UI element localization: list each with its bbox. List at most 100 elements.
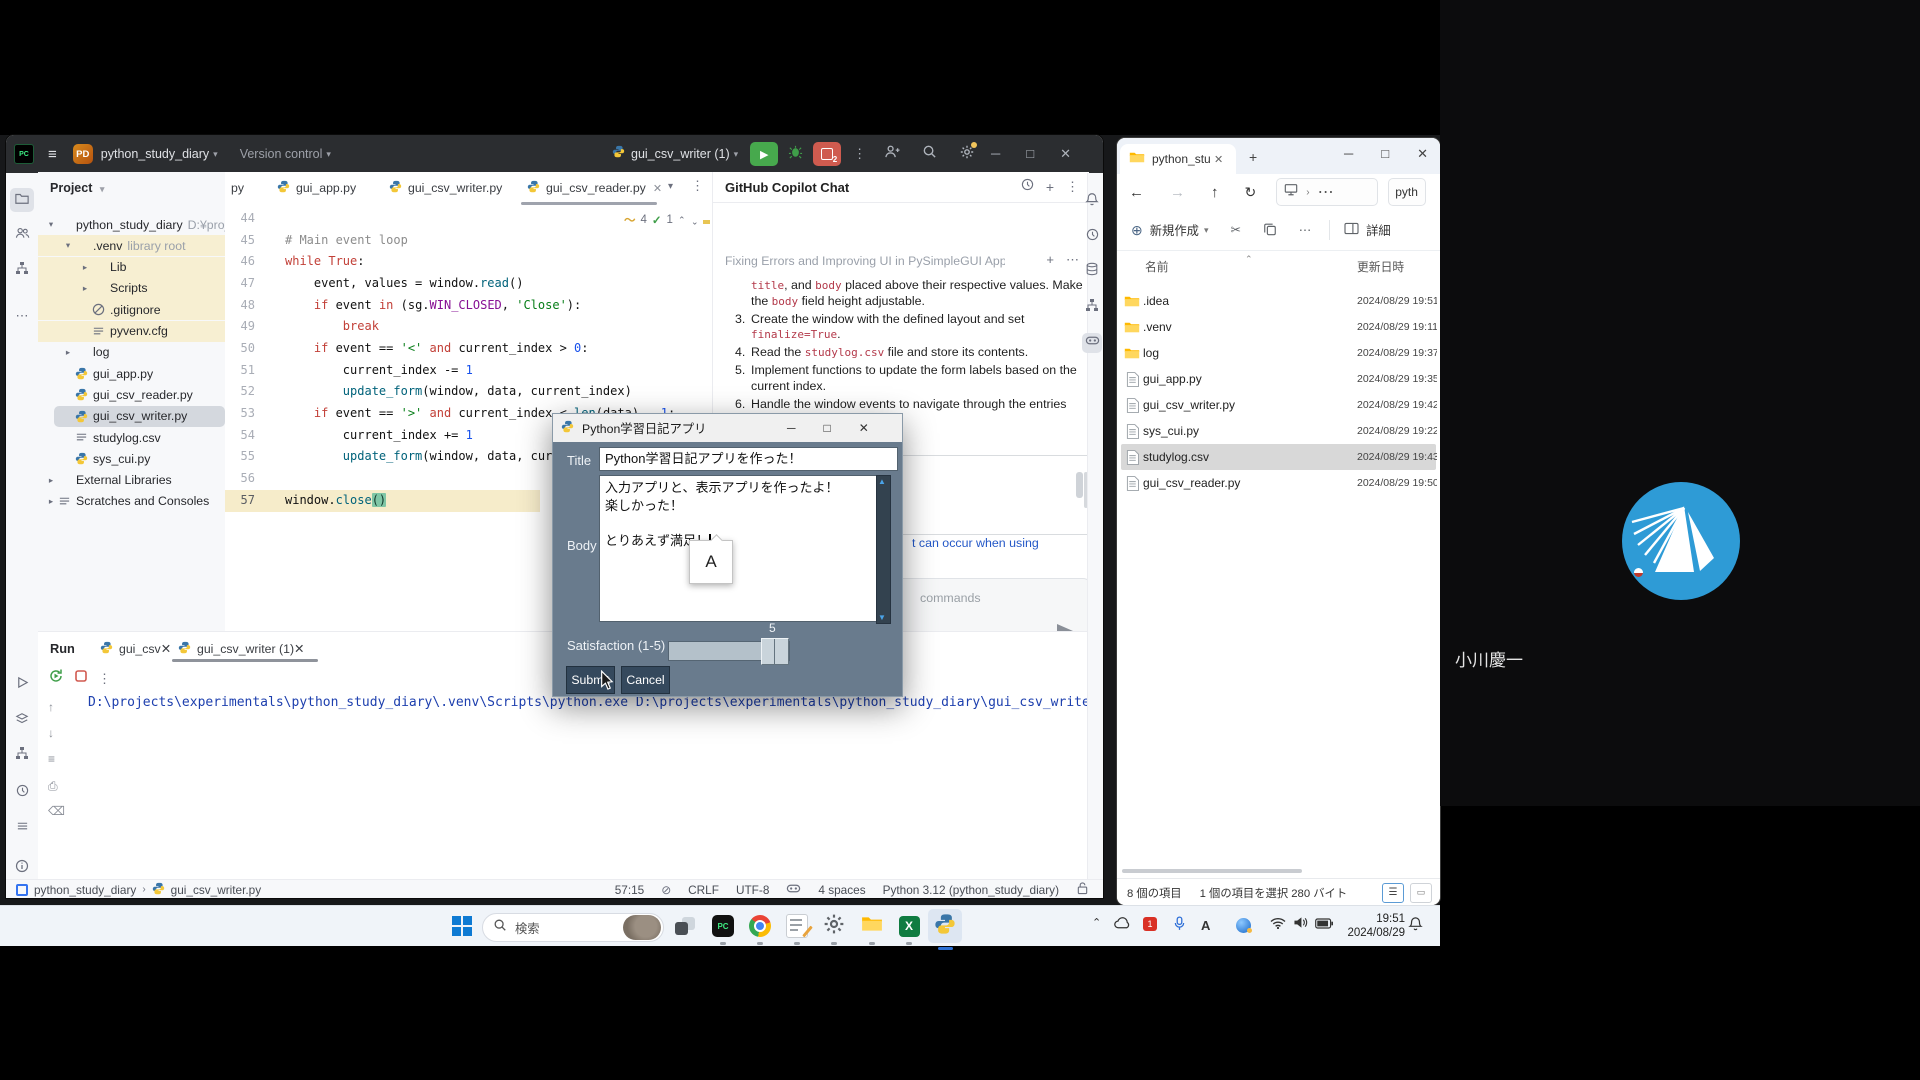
new-item-label[interactable]: 新規作成	[1150, 221, 1199, 239]
wifi-icon[interactable]	[1270, 916, 1286, 934]
run-more-icon[interactable]: ⋮	[98, 671, 111, 687]
project-tree-item-studylog.csv[interactable]: studylog.csv	[38, 427, 225, 448]
minimize-button[interactable]: ─	[991, 146, 1000, 162]
editor-tab-gui_csv_writer.py[interactable]: gui_csv_writer.py	[389, 172, 502, 204]
editor-tab-gui_app.py[interactable]: gui_app.py	[277, 172, 356, 204]
taskbar-settings-button[interactable]	[821, 913, 847, 939]
onedrive-icon[interactable]	[1114, 916, 1131, 934]
file-row-gui_app.py[interactable]: gui_app.py2024/08/29 19:35	[1121, 366, 1436, 392]
refresh-button[interactable]: ↻	[1245, 184, 1257, 201]
problems-widget[interactable]: 〜4 ✓1 ⌃ ⌃	[624, 212, 698, 228]
next-problem-icon[interactable]: ⌃	[691, 215, 699, 226]
tool-terminal-button[interactable]	[13, 712, 31, 730]
highlighting-icon[interactable]: ⊘	[661, 883, 671, 897]
caret-position[interactable]: 57:15	[615, 883, 645, 897]
code-line-48[interactable]: 48 if event in (sg.WIN_CLOSED, 'Close'):	[225, 295, 712, 317]
tool-todo-button[interactable]	[13, 784, 31, 802]
new-chat-icon[interactable]: +	[1046, 179, 1054, 195]
clock[interactable]: 19:51 2024/08/29	[1345, 912, 1405, 940]
search-everywhere-button[interactable]	[922, 144, 937, 164]
project-panel-header[interactable]: Project ▾	[50, 181, 104, 195]
stop-process-button[interactable]	[74, 669, 88, 688]
taskbar-excel-button[interactable]: X	[896, 913, 922, 939]
column-date[interactable]: 更新日時	[1357, 258, 1404, 275]
column-name[interactable]: 名前	[1145, 258, 1169, 275]
file-row-.idea[interactable]: .idea2024/08/29 19:51	[1121, 288, 1436, 314]
project-tree-item-ExternalLibraries[interactable]: ▸External Libraries	[38, 470, 225, 491]
taskbar-chrome-button[interactable]	[747, 913, 773, 939]
database-button[interactable]	[1082, 261, 1102, 281]
scroll-down-icon[interactable]: ▼	[878, 613, 886, 622]
file-row-sys_cui.py[interactable]: sys_cui.py2024/08/29 19:22	[1121, 418, 1436, 444]
project-selector[interactable]: python_study_diary	[101, 147, 209, 161]
forward-button[interactable]: →	[1170, 184, 1185, 201]
microphone-icon[interactable]	[1174, 916, 1185, 936]
back-button[interactable]: ←	[1129, 184, 1144, 201]
tool-more-button[interactable]: ⋯	[13, 307, 31, 325]
list-view-toggle[interactable]: ☰	[1382, 883, 1404, 903]
new-item-icon[interactable]: ⊕	[1131, 222, 1143, 239]
close-button[interactable]: ✕	[1417, 146, 1428, 162]
tool-python-packages-button[interactable]	[13, 746, 31, 764]
stop-button[interactable]: 2	[813, 142, 841, 166]
body-textarea[interactable]: 入力アプリと、表示アプリを作ったよ！楽しかった！とりあえず満足！	[599, 475, 878, 622]
project-tree-item-.gitignore[interactable]: .gitignore	[38, 299, 225, 320]
hidden-tabs-chevron-icon[interactable]: ▾	[668, 181, 673, 192]
copilot-link-text[interactable]: t can occur when using	[912, 536, 1039, 550]
code-block-scrollbar[interactable]	[1076, 472, 1083, 498]
cut-button[interactable]: ✂	[1230, 223, 1240, 237]
copy-button[interactable]	[1263, 222, 1277, 239]
thumbnail-view-toggle[interactable]: ▭	[1410, 883, 1432, 903]
file-row-gui_csv_reader.py[interactable]: gui_csv_reader.py2024/08/29 19:50	[1121, 470, 1436, 496]
details-label[interactable]: 詳細	[1366, 221, 1391, 239]
explorer-tab[interactable]: python_stu ✕	[1120, 144, 1236, 174]
rerun-button[interactable]	[48, 668, 64, 689]
lock-icon[interactable]	[1076, 881, 1089, 898]
cancel-button[interactable]: Cancel	[621, 666, 670, 694]
scroll-up-icon[interactable]: ↑	[48, 700, 54, 714]
breadcrumb-file[interactable]: gui_csv_writer.py	[171, 883, 261, 897]
sciview-button[interactable]	[1082, 297, 1102, 317]
tray-app-icon[interactable]	[1236, 918, 1251, 933]
send-icon[interactable]	[1057, 624, 1073, 631]
prev-problem-icon[interactable]: ⌃	[678, 215, 686, 226]
tool-project-button[interactable]	[10, 188, 34, 212]
battery-icon[interactable]	[1315, 916, 1333, 934]
breadcrumb-ellipsis[interactable]: ⋯	[1318, 182, 1334, 202]
tool-printer-button[interactable]	[13, 820, 31, 838]
gradle-button[interactable]	[1082, 227, 1102, 247]
project-tree-item-log[interactable]: ▸log	[38, 342, 225, 363]
more-actions-icon[interactable]: ⋮	[853, 146, 866, 162]
copilot-chat-button[interactable]	[1082, 333, 1102, 353]
tray-show-hidden-button[interactable]: ⌃	[1092, 916, 1101, 929]
tool-structure-button[interactable]	[13, 261, 31, 279]
code-line-45[interactable]: 45# Main event loop	[225, 230, 712, 252]
copilot-status-icon[interactable]	[786, 881, 801, 899]
dialog-titlebar[interactable]: Python学習日記アプリ ─ □ ✕	[553, 414, 902, 442]
maximize-button[interactable]: □	[1381, 146, 1389, 162]
code-line-52[interactable]: 52 update_form(window, data, current_ind…	[225, 381, 712, 403]
close-tab-icon[interactable]: ✕	[1214, 153, 1223, 166]
project-tree-item-gui_app.py[interactable]: gui_app.py	[38, 363, 225, 384]
project-tree-item-pyvenv.cfg[interactable]: pyvenv.cfg	[38, 321, 225, 342]
line-separator[interactable]: CRLF	[688, 883, 719, 897]
close-tab-icon[interactable]: ✕	[161, 642, 171, 656]
console-output[interactable]: D:\projects\experimentals\python_study_d…	[88, 695, 1088, 719]
file-row-gui_csv_writer.py[interactable]: gui_csv_writer.py2024/08/29 19:42	[1121, 392, 1436, 418]
title-input[interactable]: Python学習日記アプリを作った！	[599, 447, 898, 471]
notification-bell-icon[interactable]	[1408, 916, 1423, 936]
project-tree-item-ScratchesandConsoles[interactable]: ▸Scratches and Consoles	[38, 491, 225, 512]
project-tree-item-Lib[interactable]: ▸Lib	[38, 257, 225, 278]
maximize-button[interactable]: □	[824, 421, 831, 435]
file-row-studylog.csv[interactable]: studylog.csv2024/08/29 19:43	[1121, 444, 1436, 470]
breadcrumb-project[interactable]: python_study_diary	[34, 883, 136, 897]
chat-history-icon[interactable]	[1021, 178, 1034, 196]
chat-add-icon[interactable]: +	[1046, 252, 1054, 268]
taskbar-pycharm-button[interactable]: PC	[710, 913, 736, 939]
code-line-50[interactable]: 50 if event == '<' and current_index > 0…	[225, 338, 712, 360]
up-button[interactable]: ↑	[1211, 184, 1219, 201]
maximize-button[interactable]: □	[1026, 146, 1034, 162]
horizontal-scrollbar[interactable]	[1122, 869, 1302, 873]
search-input[interactable]: 検索	[482, 913, 664, 942]
run-button[interactable]: ▶	[750, 142, 778, 166]
